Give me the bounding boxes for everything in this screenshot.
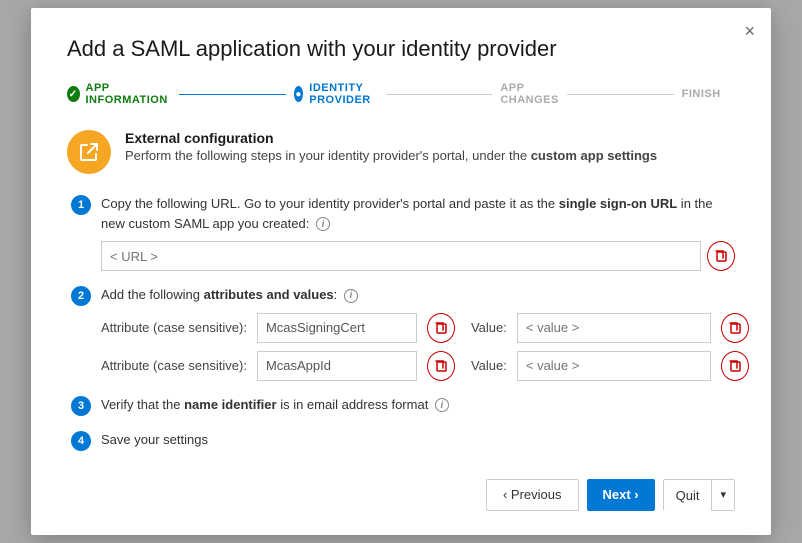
attr-1-label: Attribute (case sensitive): [101,320,247,335]
step-2-content: Add the following attributes and values:… [101,285,749,381]
section-header: External configuration Perform the follo… [67,130,735,174]
attr-row-1: Attribute (case sensitive): Value: [101,313,749,343]
step-3-text: Verify that the name identifier is in em… [101,395,735,415]
step-1-row: 1 Copy the following URL. Go to your ide… [71,194,735,271]
step-1-number: 1 [71,195,91,215]
attr-2-copy-button[interactable] [427,351,455,381]
step-4-content: Save your settings [101,430,735,450]
close-button[interactable]: × [744,22,755,40]
step-3-number: 3 [71,396,91,416]
attr-2-value-copy-button[interactable] [721,351,749,381]
step-active-icon: ● [294,86,303,102]
attr-2-input[interactable] [257,351,417,381]
section-description: External configuration Perform the follo… [125,130,657,163]
modal: × Add a SAML application with your ident… [31,8,771,535]
next-button[interactable]: Next › [587,479,655,511]
section-desc: Perform the following steps in your iden… [125,148,657,163]
step-divider-1 [179,94,286,95]
step-3-content: Verify that the name identifier is in em… [101,395,735,415]
step-2-number: 2 [71,286,91,306]
url-input[interactable] [101,241,701,271]
attr-1-value-label: Value: [471,320,507,335]
section-title: External configuration [125,130,657,146]
quit-dropdown-button[interactable]: ▾ [711,480,734,510]
step-done-icon: ✓ [67,86,80,102]
stepper-step-app-information: ✓ APP INFORMATION [67,82,171,106]
step-3-info-icon[interactable]: i [435,398,449,412]
stepper-step-identity-provider: ● IDENTITY PROVIDER [294,82,377,106]
attr-2-value-label: Value: [471,358,507,373]
step-divider-3 [567,94,674,95]
step-1-info-icon[interactable]: i [316,217,330,231]
step-1-input-row [101,241,735,271]
step-label: FINISH [682,88,721,100]
step-2-text: Add the following attributes and values:… [101,285,749,305]
external-config-icon [67,130,111,174]
previous-button[interactable]: ‹ Previous [486,479,579,511]
step-4-text: Save your settings [101,430,735,450]
quit-main-button[interactable]: Quit [664,480,712,512]
attr-row-2: Attribute (case sensitive): Value: [101,351,749,381]
attr-1-input[interactable] [257,313,417,343]
step-label: APP CHANGES [500,82,559,106]
step-divider-2 [386,94,493,95]
quit-button-group: Quit ▾ [663,479,735,511]
url-copy-button[interactable] [707,241,735,271]
attr-2-label: Attribute (case sensitive): [101,358,247,373]
step-3-row: 3 Verify that the name identifier is in … [71,395,735,416]
step-1-content: Copy the following URL. Go to your ident… [101,194,735,271]
step-label: IDENTITY PROVIDER [309,82,377,106]
modal-overlay: × Add a SAML application with your ident… [0,0,802,543]
step-4-number: 4 [71,431,91,451]
step-4-row: 4 Save your settings [71,430,735,451]
modal-title: Add a SAML application with your identit… [67,36,735,62]
attr-1-value-input[interactable] [517,313,711,343]
attr-1-value-copy-button[interactable] [721,313,749,343]
step-label: APP INFORMATION [86,82,172,106]
steps-list: 1 Copy the following URL. Go to your ide… [71,194,735,451]
stepper: ✓ APP INFORMATION ● IDENTITY PROVIDER AP… [67,82,735,106]
step-2-info-icon[interactable]: i [344,289,358,303]
attr-1-copy-button[interactable] [427,313,455,343]
stepper-step-app-changes: APP CHANGES [500,82,559,106]
attr-2-value-input[interactable] [517,351,711,381]
step-2-row: 2 Add the following attributes and value… [71,285,735,381]
footer: ‹ Previous Next › Quit ▾ [67,479,735,511]
stepper-step-finish: FINISH [682,88,735,100]
step-1-text: Copy the following URL. Go to your ident… [101,194,735,233]
